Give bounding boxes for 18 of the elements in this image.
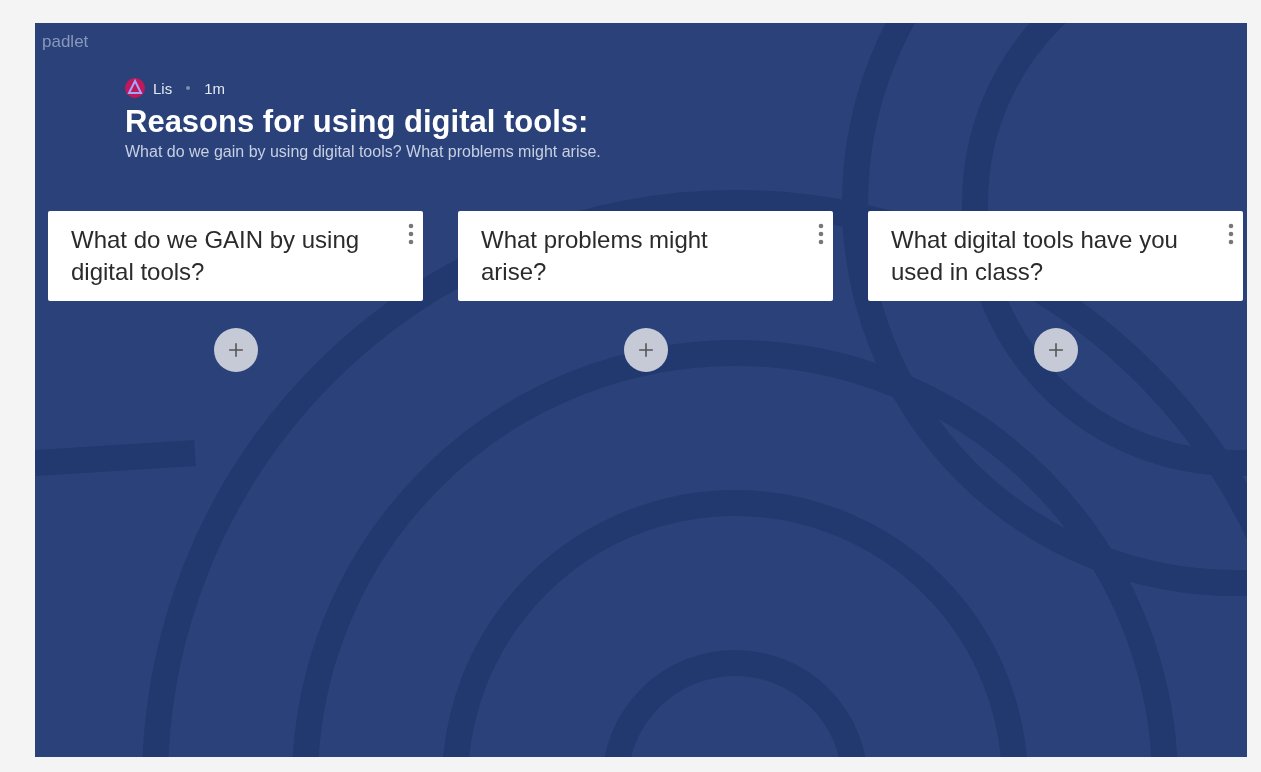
plus-icon: [1047, 342, 1064, 358]
more-options-icon[interactable]: [818, 223, 824, 245]
board-title: Reasons for using digital tools:: [125, 104, 590, 140]
author-name: Lis: [153, 79, 173, 97]
post-time: 1m: [204, 79, 226, 97]
column-title: What digital tools have you used in class?: [891, 225, 1179, 287]
more-options-icon[interactable]: [1228, 223, 1234, 245]
brand-logo: padlet: [41, 31, 90, 53]
more-options-icon[interactable]: [408, 223, 414, 245]
add-post-button[interactable]: [1033, 328, 1078, 372]
avatar-icon: [125, 78, 145, 98]
column-title: What do we GAIN by using digital tools?: [71, 225, 361, 287]
add-post-button[interactable]: [213, 328, 258, 372]
column-title: What problems might arise?: [481, 225, 709, 287]
board-description: What do we gain by using digital tools? What problems might arise.: [125, 143, 602, 161]
plus-icon: [227, 342, 244, 358]
add-post-button[interactable]: [623, 328, 668, 372]
plus-icon: [637, 342, 654, 358]
